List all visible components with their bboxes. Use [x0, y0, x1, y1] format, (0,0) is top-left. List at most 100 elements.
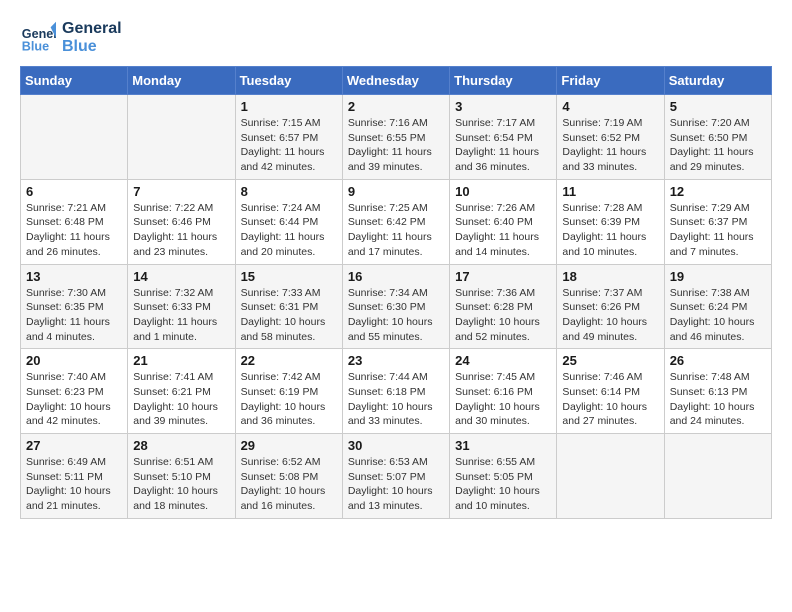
- week-row-4: 20Sunrise: 7:40 AM Sunset: 6:23 PM Dayli…: [21, 349, 772, 434]
- day-details: Sunrise: 7:20 AM Sunset: 6:50 PM Dayligh…: [670, 116, 766, 175]
- day-cell: 6 Sunrise: 7:21 AM Sunset: 6:48 PM Daylig…: [21, 179, 128, 264]
- day-cell: 15 Sunrise: 7:33 AM Sunset: 6:31 PM Dayli…: [235, 264, 342, 349]
- logo-icon: General Blue: [20, 20, 56, 56]
- week-row-5: 27 Sunrise: 6:49 AM Sunset: 5:11 PM Dayli…: [21, 434, 772, 519]
- day-cell: 19Sunrise: 7:38 AM Sunset: 6:24 PM Dayli…: [664, 264, 771, 349]
- day-cell: 5Sunrise: 7:20 AM Sunset: 6:50 PM Daylig…: [664, 95, 771, 180]
- day-number: 30: [348, 438, 444, 453]
- day-details: Sunrise: 7:37 AM Sunset: 6:26 PM Dayligh…: [562, 286, 658, 345]
- day-number: 26: [670, 353, 766, 368]
- calendar-table: SundayMondayTuesdayWednesdayThursdayFrid…: [20, 66, 772, 519]
- day-details: Sunrise: 6:53 AM Sunset: 5:07 PM Dayligh…: [348, 455, 444, 514]
- day-number: 29: [241, 438, 337, 453]
- day-cell: 3 Sunrise: 7:17 AM Sunset: 6:54 PM Daylig…: [450, 95, 557, 180]
- col-header-saturday: Saturday: [664, 67, 771, 95]
- day-number: 7: [133, 184, 229, 199]
- day-details: Sunrise: 7:41 AM Sunset: 6:21 PM Dayligh…: [133, 370, 229, 429]
- day-number: 24: [455, 353, 551, 368]
- day-number: 13: [26, 269, 122, 284]
- day-details: Sunrise: 7:19 AM Sunset: 6:52 PM Dayligh…: [562, 116, 658, 175]
- day-number: 9: [348, 184, 444, 199]
- day-details: Sunrise: 7:17 AM Sunset: 6:54 PM Dayligh…: [455, 116, 551, 175]
- col-header-sunday: Sunday: [21, 67, 128, 95]
- day-cell: 17 Sunrise: 7:36 AM Sunset: 6:28 PM Dayli…: [450, 264, 557, 349]
- header: General Blue General Blue: [20, 20, 772, 56]
- day-cell: 13Sunrise: 7:30 AM Sunset: 6:35 PM Dayli…: [21, 264, 128, 349]
- day-number: 21: [133, 353, 229, 368]
- day-details: Sunrise: 7:15 AM Sunset: 6:57 PM Dayligh…: [241, 116, 337, 175]
- day-cell: 2 Sunrise: 7:16 AM Sunset: 6:55 PM Daylig…: [342, 95, 449, 180]
- day-number: 23: [348, 353, 444, 368]
- col-header-thursday: Thursday: [450, 67, 557, 95]
- day-details: Sunrise: 7:45 AM Sunset: 6:16 PM Dayligh…: [455, 370, 551, 429]
- logo: General Blue General Blue: [20, 20, 122, 56]
- day-cell: 9 Sunrise: 7:25 AM Sunset: 6:42 PM Daylig…: [342, 179, 449, 264]
- day-details: Sunrise: 7:44 AM Sunset: 6:18 PM Dayligh…: [348, 370, 444, 429]
- day-cell: 25 Sunrise: 7:46 AM Sunset: 6:14 PM Dayli…: [557, 349, 664, 434]
- day-details: Sunrise: 7:36 AM Sunset: 6:28 PM Dayligh…: [455, 286, 551, 345]
- day-cell: 22 Sunrise: 7:42 AM Sunset: 6:19 PM Dayli…: [235, 349, 342, 434]
- day-cell: 11Sunrise: 7:28 AM Sunset: 6:39 PM Dayli…: [557, 179, 664, 264]
- logo-blue: Blue: [62, 38, 122, 56]
- day-details: Sunrise: 7:40 AM Sunset: 6:23 PM Dayligh…: [26, 370, 122, 429]
- day-details: Sunrise: 7:21 AM Sunset: 6:48 PM Dayligh…: [26, 201, 122, 260]
- col-header-friday: Friday: [557, 67, 664, 95]
- day-number: 3: [455, 99, 551, 114]
- day-number: 27: [26, 438, 122, 453]
- day-details: Sunrise: 7:26 AM Sunset: 6:40 PM Dayligh…: [455, 201, 551, 260]
- day-number: 28: [133, 438, 229, 453]
- week-row-1: 1 Sunrise: 7:15 AM Sunset: 6:57 PM Daylig…: [21, 95, 772, 180]
- day-details: Sunrise: 6:51 AM Sunset: 5:10 PM Dayligh…: [133, 455, 229, 514]
- week-row-3: 13Sunrise: 7:30 AM Sunset: 6:35 PM Dayli…: [21, 264, 772, 349]
- day-details: Sunrise: 7:33 AM Sunset: 6:31 PM Dayligh…: [241, 286, 337, 345]
- week-row-2: 6 Sunrise: 7:21 AM Sunset: 6:48 PM Daylig…: [21, 179, 772, 264]
- day-number: 31: [455, 438, 551, 453]
- day-details: Sunrise: 7:32 AM Sunset: 6:33 PM Dayligh…: [133, 286, 229, 345]
- day-cell: 27 Sunrise: 6:49 AM Sunset: 5:11 PM Dayli…: [21, 434, 128, 519]
- day-number: 18: [562, 269, 658, 284]
- day-cell: 26 Sunrise: 7:48 AM Sunset: 6:13 PM Dayli…: [664, 349, 771, 434]
- day-details: Sunrise: 7:16 AM Sunset: 6:55 PM Dayligh…: [348, 116, 444, 175]
- day-cell: 28 Sunrise: 6:51 AM Sunset: 5:10 PM Dayli…: [128, 434, 235, 519]
- day-number: 6: [26, 184, 122, 199]
- day-cell: 21 Sunrise: 7:41 AM Sunset: 6:21 PM Dayli…: [128, 349, 235, 434]
- day-details: Sunrise: 7:38 AM Sunset: 6:24 PM Dayligh…: [670, 286, 766, 345]
- day-details: Sunrise: 6:55 AM Sunset: 5:05 PM Dayligh…: [455, 455, 551, 514]
- day-cell: 12Sunrise: 7:29 AM Sunset: 6:37 PM Dayli…: [664, 179, 771, 264]
- logo-general: General: [62, 20, 122, 38]
- day-details: Sunrise: 7:22 AM Sunset: 6:46 PM Dayligh…: [133, 201, 229, 260]
- day-details: Sunrise: 7:28 AM Sunset: 6:39 PM Dayligh…: [562, 201, 658, 260]
- day-number: 25: [562, 353, 658, 368]
- day-number: 14: [133, 269, 229, 284]
- svg-text:Blue: Blue: [22, 40, 49, 54]
- day-details: Sunrise: 6:49 AM Sunset: 5:11 PM Dayligh…: [26, 455, 122, 514]
- day-number: 22: [241, 353, 337, 368]
- day-cell: [128, 95, 235, 180]
- day-details: Sunrise: 7:24 AM Sunset: 6:44 PM Dayligh…: [241, 201, 337, 260]
- day-number: 15: [241, 269, 337, 284]
- day-details: Sunrise: 7:29 AM Sunset: 6:37 PM Dayligh…: [670, 201, 766, 260]
- day-number: 2: [348, 99, 444, 114]
- day-cell: 10 Sunrise: 7:26 AM Sunset: 6:40 PM Dayli…: [450, 179, 557, 264]
- day-details: Sunrise: 7:25 AM Sunset: 6:42 PM Dayligh…: [348, 201, 444, 260]
- day-number: 1: [241, 99, 337, 114]
- day-details: Sunrise: 7:48 AM Sunset: 6:13 PM Dayligh…: [670, 370, 766, 429]
- day-cell: [557, 434, 664, 519]
- day-number: 4: [562, 99, 658, 114]
- day-number: 17: [455, 269, 551, 284]
- col-header-monday: Monday: [128, 67, 235, 95]
- day-cell: [21, 95, 128, 180]
- day-details: Sunrise: 7:42 AM Sunset: 6:19 PM Dayligh…: [241, 370, 337, 429]
- day-cell: 23 Sunrise: 7:44 AM Sunset: 6:18 PM Dayli…: [342, 349, 449, 434]
- day-cell: 29 Sunrise: 6:52 AM Sunset: 5:08 PM Dayli…: [235, 434, 342, 519]
- day-number: 8: [241, 184, 337, 199]
- day-number: 10: [455, 184, 551, 199]
- day-cell: 14 Sunrise: 7:32 AM Sunset: 6:33 PM Dayli…: [128, 264, 235, 349]
- day-cell: 8 Sunrise: 7:24 AM Sunset: 6:44 PM Daylig…: [235, 179, 342, 264]
- day-cell: 20Sunrise: 7:40 AM Sunset: 6:23 PM Dayli…: [21, 349, 128, 434]
- day-cell: 18 Sunrise: 7:37 AM Sunset: 6:26 PM Dayli…: [557, 264, 664, 349]
- day-details: Sunrise: 6:52 AM Sunset: 5:08 PM Dayligh…: [241, 455, 337, 514]
- day-details: Sunrise: 7:46 AM Sunset: 6:14 PM Dayligh…: [562, 370, 658, 429]
- day-cell: [664, 434, 771, 519]
- header-row: SundayMondayTuesdayWednesdayThursdayFrid…: [21, 67, 772, 95]
